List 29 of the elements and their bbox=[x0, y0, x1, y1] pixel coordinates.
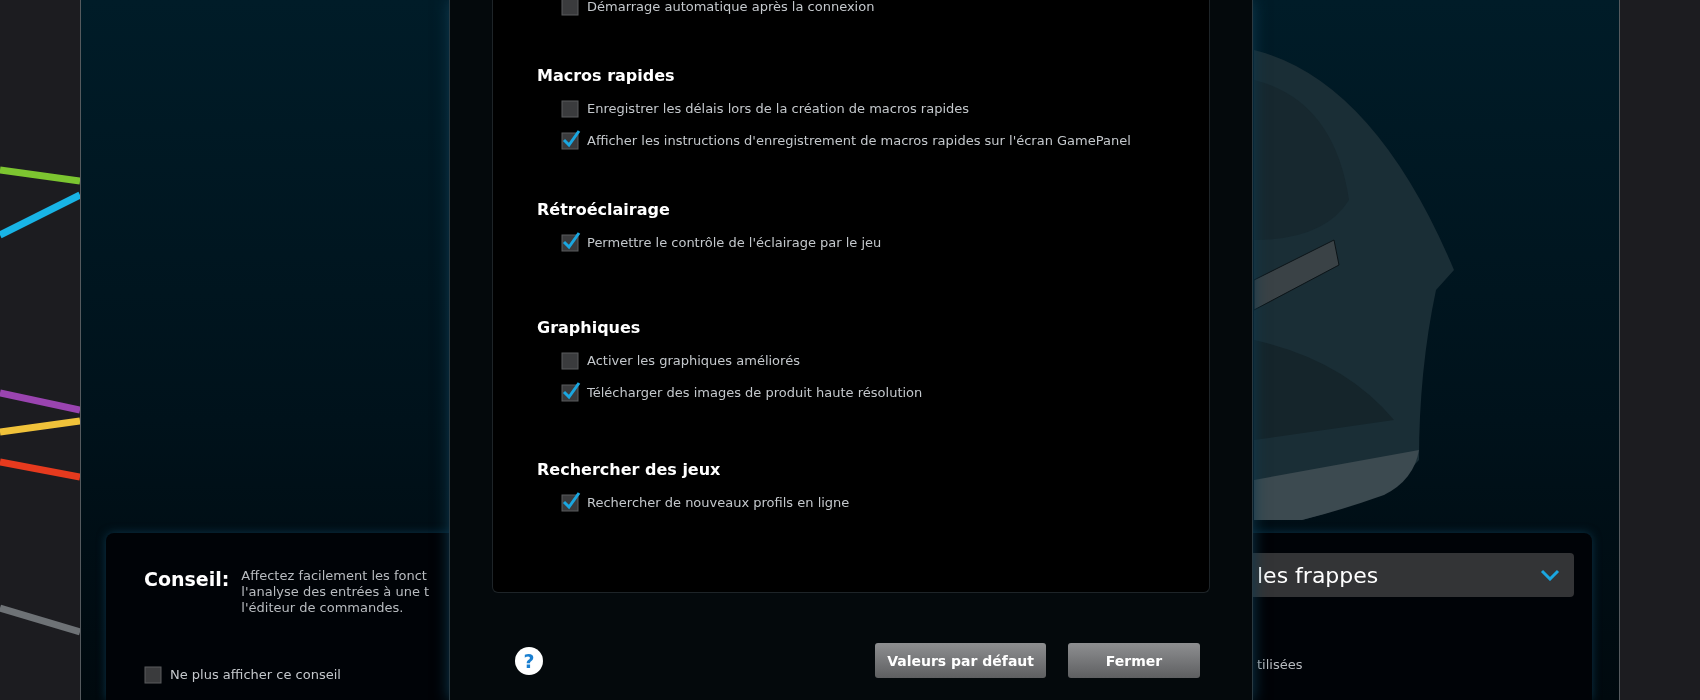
checkbox-label: Ne plus afficher ce conseil bbox=[170, 666, 341, 684]
checkbox-label: Permettre le contrôle de l'éclairage par le jeu bbox=[587, 234, 882, 252]
checkbox[interactable] bbox=[144, 664, 164, 684]
tip-text: l'éditeur de commandes. bbox=[241, 600, 405, 616]
checkbox[interactable] bbox=[561, 232, 581, 252]
checkbox-label: Enregistrer les délais lors de la création de macros rapides bbox=[587, 100, 970, 118]
tip-label: Conseil: bbox=[144, 568, 230, 592]
checkbox-label: Démarrage automatique après la connexion bbox=[587, 0, 875, 16]
chevron-down-icon bbox=[1540, 569, 1560, 581]
checkbox-label: Rechercher de nouveaux profils en ligne bbox=[587, 494, 850, 512]
tip-text: Affectez facilement les fonct bbox=[241, 568, 428, 584]
section-heading: Graphiques bbox=[537, 318, 642, 338]
checkbox[interactable] bbox=[561, 492, 581, 512]
checkbox[interactable] bbox=[561, 350, 581, 370]
checkbox[interactable] bbox=[561, 130, 581, 150]
section-heading: Rechercher des jeux bbox=[537, 460, 722, 480]
help-icon[interactable]: ? bbox=[515, 646, 543, 675]
section-heading: Rétroéclairage bbox=[537, 200, 671, 220]
checkbox[interactable] bbox=[561, 0, 581, 16]
dialog-button[interactable]: Valeurs par défaut bbox=[875, 643, 1046, 678]
option-text: tilisées bbox=[1257, 657, 1303, 672]
tip-text: l'analyse des entrées à une t bbox=[241, 584, 430, 600]
dialog-button[interactable]: Fermer bbox=[1068, 643, 1200, 678]
checkbox-label: Afficher les instructions d'enregistrement de macros rapides sur l'écran GamePanel bbox=[587, 132, 1131, 150]
checkbox-label: Télécharger des images de produit haute résolution bbox=[587, 384, 923, 402]
checkbox[interactable] bbox=[561, 382, 581, 402]
checkbox-label: Activer les graphiques améliorés bbox=[587, 352, 800, 370]
section-heading: Macros rapides bbox=[537, 66, 676, 86]
checkbox[interactable] bbox=[561, 98, 581, 118]
